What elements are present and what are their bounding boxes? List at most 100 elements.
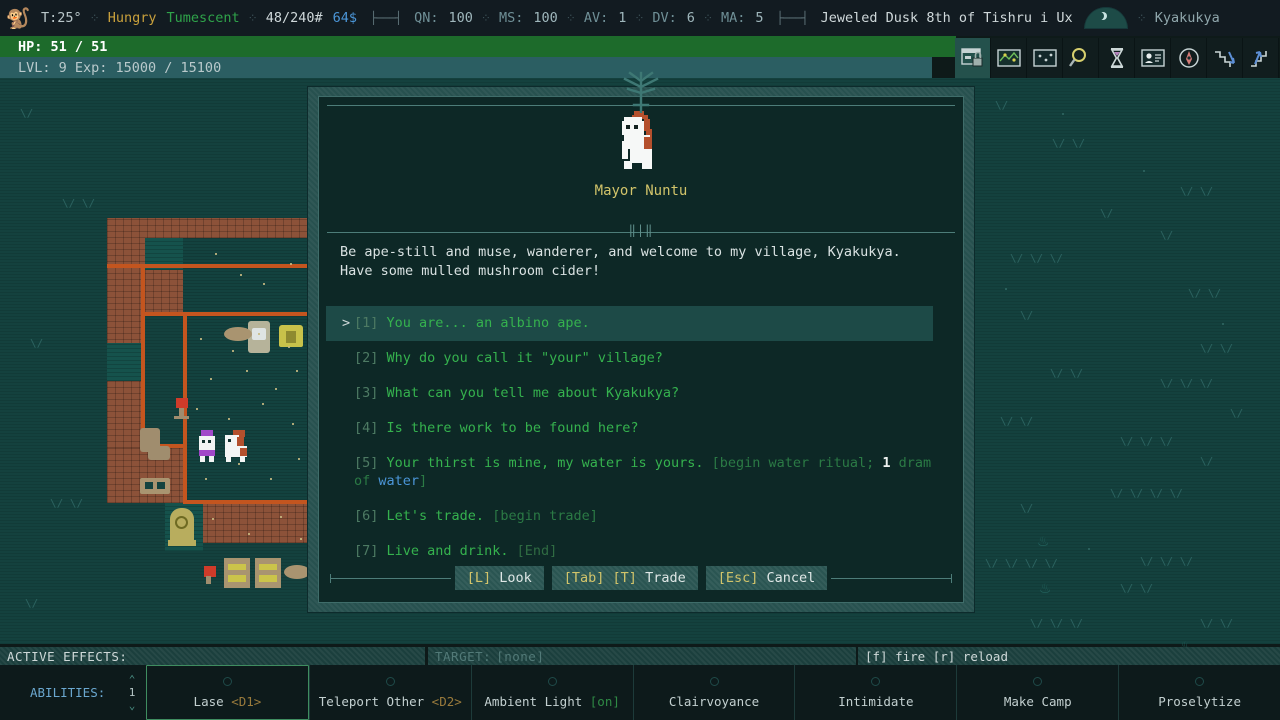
top-status-bar: 🐒 T:25° ⁘ Hungry Tumescent ⁘ 48/240# 64$… xyxy=(0,0,1280,36)
separator-dots: ⁘ xyxy=(478,11,494,25)
look-magnifier-icon[interactable] xyxy=(1063,38,1099,78)
map-flower-base xyxy=(174,416,189,419)
ability-label: Clairvoyance xyxy=(669,694,759,709)
money-readout: 64$ xyxy=(328,10,362,26)
option-index: [7] xyxy=(354,543,378,559)
hourglass-wait-icon[interactable] xyxy=(1099,38,1135,78)
map-bench-slot xyxy=(145,482,153,489)
crescent-moon-icon xyxy=(1084,7,1128,29)
abilities-bar: ABILITIES: ⌃ 1 ⌄ Lase <D1> Teleport Othe… xyxy=(0,665,1280,720)
xp-text: LVL: 9 Exp: 15000 / 15100 xyxy=(0,60,221,76)
dialog-footer: [L] Look [Tab] [T] Trade [Esc] Cancel xyxy=(319,566,963,590)
cancel-button[interactable]: [Esc] Cancel xyxy=(706,566,828,590)
game-screen: \/ \/ \/ \/ \/ \/ \/ \/ \/ \/ \/ \/ \/ \… xyxy=(0,0,1280,720)
option-text: What can you tell me about Kyakukya? xyxy=(387,385,680,401)
scroll-down-icon[interactable]: ⌄ xyxy=(129,699,136,712)
character-sheet-icon[interactable] xyxy=(1135,38,1171,78)
hp-bar: HP: 51 / 51 xyxy=(0,36,956,57)
world-map-icon[interactable] xyxy=(991,38,1027,78)
dialog-option-4[interactable]: [4] Is there work to be found here? xyxy=(340,411,951,446)
conversation-dialog: Mayor Nuntu ‖|‖ Be ape-still and muse, w… xyxy=(307,86,975,613)
ms-value: 100 xyxy=(528,10,562,26)
map-table xyxy=(224,327,252,341)
cooldown-ring-icon xyxy=(548,677,557,686)
target-label: TARGET: xyxy=(428,649,491,664)
divider-ornament-icon: ‖|‖ xyxy=(629,223,654,237)
ability-slot-teleport-other[interactable]: Teleport Other <D2> xyxy=(309,665,471,720)
stairs-down-icon[interactable] xyxy=(1207,38,1243,78)
compass-icon[interactable] xyxy=(1171,38,1207,78)
map-bookshelf xyxy=(224,558,250,588)
cooldown-ring-icon xyxy=(223,677,232,686)
minimap-icon[interactable] xyxy=(1027,38,1063,78)
player-avatar-icon[interactable]: 🐒 xyxy=(0,0,36,36)
ability-slot-intimidate[interactable]: Intimidate xyxy=(794,665,956,720)
separator-dots: ⁘ xyxy=(700,11,716,25)
npc-greeting-text: Be ape-still and muse, wanderer, and wel… xyxy=(340,243,940,281)
option-text: Is there work to be found here? xyxy=(387,420,639,436)
dialog-body: Mayor Nuntu ‖|‖ Be ape-still and muse, w… xyxy=(318,96,964,603)
hp-text: HP: 51 / 51 xyxy=(0,39,107,55)
map-books xyxy=(228,575,246,582)
map-bookshelf xyxy=(255,558,281,588)
map-bench-slot xyxy=(157,482,165,489)
option-text: Your thirst is mine, my water is yours. xyxy=(387,455,704,471)
ability-label: Proselytize xyxy=(1158,694,1241,709)
footer-rule xyxy=(831,578,951,579)
dialog-option-6[interactable]: [6] Let's trade. [begin trade] xyxy=(340,499,951,534)
icon-toolbar xyxy=(955,38,1280,78)
ability-slot-lase[interactable]: Lase <D1> xyxy=(146,665,309,720)
dialog-options-list: >[1] You are... an albino ape. [2] Why d… xyxy=(340,306,951,569)
dialog-option-1[interactable]: >[1] You are... an albino ape. xyxy=(326,306,933,341)
separator-dots: ⁘ xyxy=(1134,11,1150,25)
fire-reload-hint-bar: [f] fire [r] reload xyxy=(858,647,1280,665)
dialog-option-5[interactable]: [5] Your thirst is mine, my water is you… xyxy=(340,446,951,499)
status-effect: Tumescent xyxy=(161,10,244,26)
ability-slot-ambient-light[interactable]: Ambient Light [on] xyxy=(471,665,633,720)
look-key: [L] xyxy=(467,570,491,586)
qn-label: QN: xyxy=(409,10,443,26)
cooldown-ring-icon xyxy=(1033,677,1042,686)
option-index: [2] xyxy=(354,350,378,366)
ability-slot-clairvoyance[interactable]: Clairvoyance xyxy=(633,665,795,720)
npc-ape-sprite[interactable] xyxy=(223,430,249,462)
scroll-up-icon[interactable]: ⌃ xyxy=(129,673,136,686)
separator-dots: ⁘ xyxy=(563,11,579,25)
ability-label: Lase xyxy=(194,694,224,709)
separator-dots: ⁘ xyxy=(245,11,261,25)
ability-state: [on] xyxy=(590,694,620,709)
ability-slot-make-camp[interactable]: Make Camp xyxy=(956,665,1118,720)
dialog-option-2[interactable]: [2] Why do you call it "your" village? xyxy=(340,341,951,376)
map-wall xyxy=(143,264,307,268)
dv-value: 6 xyxy=(682,10,700,26)
ability-slot-proselytize[interactable]: Proselytize xyxy=(1118,665,1280,720)
ability-label: Teleport Other xyxy=(319,694,424,709)
ms-label: MS: xyxy=(494,10,528,26)
temperature-readout: T:25° xyxy=(36,10,87,26)
dv-label: DV: xyxy=(647,10,681,26)
map-monument-base xyxy=(168,540,196,546)
separator-dots: ⁘ xyxy=(87,11,103,25)
footer-rule xyxy=(331,578,451,579)
active-effects-label: ACTIVE EFFECTS: xyxy=(0,649,127,664)
option-tag-end: [End] xyxy=(517,543,558,559)
dialog-option-3[interactable]: [3] What can you tell me about Kyakukya? xyxy=(340,376,951,411)
qn-value: 100 xyxy=(444,10,478,26)
separator-dots: ⁘ xyxy=(631,11,647,25)
selection-caret: > xyxy=(342,314,350,332)
fire-reload-hint: [f] fire [r] reload xyxy=(858,649,1008,664)
abilities-pager[interactable]: ⌃ 1 ⌄ xyxy=(118,673,146,712)
av-value: 1 xyxy=(613,10,631,26)
cancel-key: [Esc] xyxy=(718,570,759,586)
look-button[interactable]: [L] Look xyxy=(455,566,544,590)
player-sprite[interactable] xyxy=(197,430,217,462)
dialog-option-7[interactable]: [7] Live and drink. [End] xyxy=(340,534,951,569)
trade-button[interactable]: [Tab] [T] Trade xyxy=(552,566,698,590)
target-bar[interactable]: TARGET: [none] xyxy=(428,647,856,665)
inventory-lock-icon[interactable] xyxy=(955,38,991,78)
option-tag-suffix: ] xyxy=(419,473,427,489)
stairs-up-icon[interactable] xyxy=(1243,38,1279,78)
option-text: Let's trade. xyxy=(387,508,485,524)
location-name: Kyakukya xyxy=(1150,10,1225,26)
ability-key: <D2> xyxy=(432,694,462,709)
